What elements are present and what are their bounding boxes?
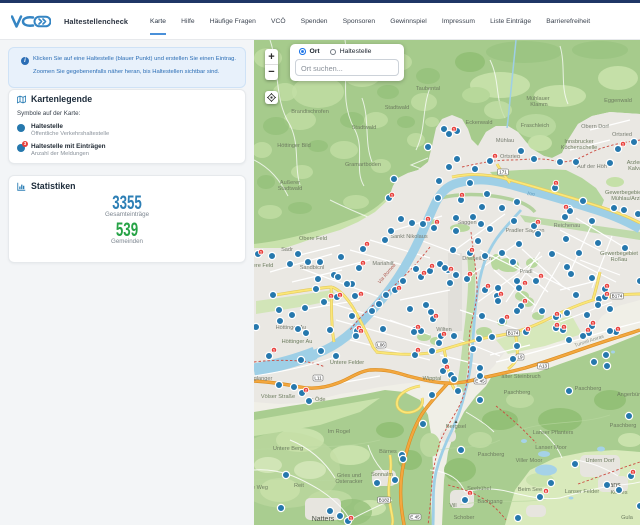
svg-text:Sadr: Sadr: [281, 247, 293, 253]
svg-text:Sankt Nikolaus: Sankt Nikolaus: [390, 234, 428, 240]
svg-text:Reit: Reit: [294, 483, 304, 489]
svg-text:Paschberg: Paschberg: [504, 390, 531, 396]
svg-text:Paschberg: Paschberg: [478, 452, 505, 458]
svg-text:Fraschleich: Fraschleich: [521, 123, 550, 129]
svg-text:Stadtwald: Stadtwald: [352, 125, 377, 131]
svg-text:Wipptal: Wipptal: [423, 376, 442, 382]
svg-text:A13: A13: [539, 364, 548, 369]
svg-text:B182: B182: [379, 498, 390, 503]
svg-text:Mühlau: Mühlau: [496, 138, 514, 144]
svg-text:alter Steinbruch: alter Steinbruch: [501, 374, 540, 380]
svg-text:Vill: Vill: [449, 503, 456, 509]
svg-text:Höttinger Au: Höttinger Au: [282, 339, 313, 345]
svg-text:Taubental: Taubental: [416, 86, 440, 92]
svg-text:Lanser Felder: Lanser Felder: [565, 489, 600, 495]
svg-text:L06: L06: [377, 343, 385, 348]
svg-text:B174: B174: [612, 294, 623, 299]
svg-text:Untern Dorf: Untern Dorf: [586, 458, 615, 464]
svg-text:Roßau: Roßau: [611, 257, 628, 263]
svg-text:L11: L11: [314, 376, 322, 381]
svg-text:B174: B174: [508, 331, 519, 336]
svg-text:Paschberg: Paschberg: [610, 423, 637, 429]
svg-text:Beim See: Beim See: [518, 487, 542, 493]
svg-text:Schober: Schober: [454, 515, 475, 521]
svg-text:Gramartboden: Gramartboden: [345, 162, 381, 168]
svg-text:Bachgang: Bachgang: [477, 499, 502, 505]
svg-text:Auf der Höh: Auf der Höh: [577, 164, 607, 170]
svg-text:glanger: glanger: [254, 376, 272, 382]
svg-text:Kalvar: Kalvar: [628, 166, 640, 172]
svg-text:Inn: Inn: [527, 191, 536, 198]
svg-text:Köchenschelle: Köchenschelle: [561, 145, 597, 151]
svg-text:Natters: Natters: [312, 516, 335, 523]
svg-text:Ortsried: Ortsried: [612, 132, 632, 138]
svg-text:▲: ▲: [454, 419, 459, 425]
svg-text:ere Feld: ere Feld: [254, 263, 273, 269]
svg-text:Eggenwald: Eggenwald: [604, 98, 632, 104]
svg-text:Lanser Pflanters: Lanser Pflanters: [533, 430, 574, 436]
svg-text:Gula: Gula: [621, 515, 634, 521]
svg-text:Mariahilf: Mariahilf: [372, 261, 394, 267]
svg-text:Lanser Moor: Lanser Moor: [535, 445, 567, 451]
svg-text:Untere Felder: Untere Felder: [330, 360, 364, 366]
svg-text:Viller Moor: Viller Moor: [516, 458, 543, 464]
svg-text:Brandischrofen: Brandischrofen: [291, 109, 329, 115]
svg-text:Obern Dorf: Obern Dorf: [581, 124, 609, 130]
svg-text:L9: L9: [517, 355, 523, 360]
svg-text:Völser Straße: Völser Straße: [261, 394, 295, 400]
svg-text:Reichenau: Reichenau: [554, 223, 581, 229]
svg-text:Angerbürg: Angerbürg: [617, 392, 640, 398]
svg-text:Sonnalm: Sonnalm: [371, 472, 393, 478]
svg-text:Stadtwald: Stadtwald: [385, 105, 410, 111]
svg-text:Untere Berg: Untere Berg: [273, 446, 303, 452]
svg-text:171: 171: [499, 170, 507, 175]
svg-text:e Weg: e Weg: [254, 485, 268, 491]
svg-text:E 45: E 45: [410, 515, 420, 520]
svg-text:Im Rogel: Im Rogel: [328, 429, 350, 435]
svg-text:Osteracker: Osteracker: [335, 479, 362, 485]
svg-text:Bärnes: Bärnes: [379, 449, 397, 455]
svg-text:Mühlau/Arzl: Mühlau/Arzl: [611, 196, 640, 202]
svg-text:Pradl: Pradl: [519, 269, 532, 275]
svg-text:Eckenwald: Eckenwald: [465, 120, 492, 126]
svg-text:Obere Feld: Obere Feld: [299, 236, 327, 242]
svg-text:Stadtwald: Stadtwald: [278, 186, 303, 192]
svg-text:Höttinger Bild: Höttinger Bild: [277, 143, 311, 149]
svg-text:Klamm: Klamm: [530, 102, 548, 108]
svg-text:Ortsried: Ortsried: [500, 154, 520, 160]
svg-text:Paschberg: Paschberg: [575, 386, 602, 392]
